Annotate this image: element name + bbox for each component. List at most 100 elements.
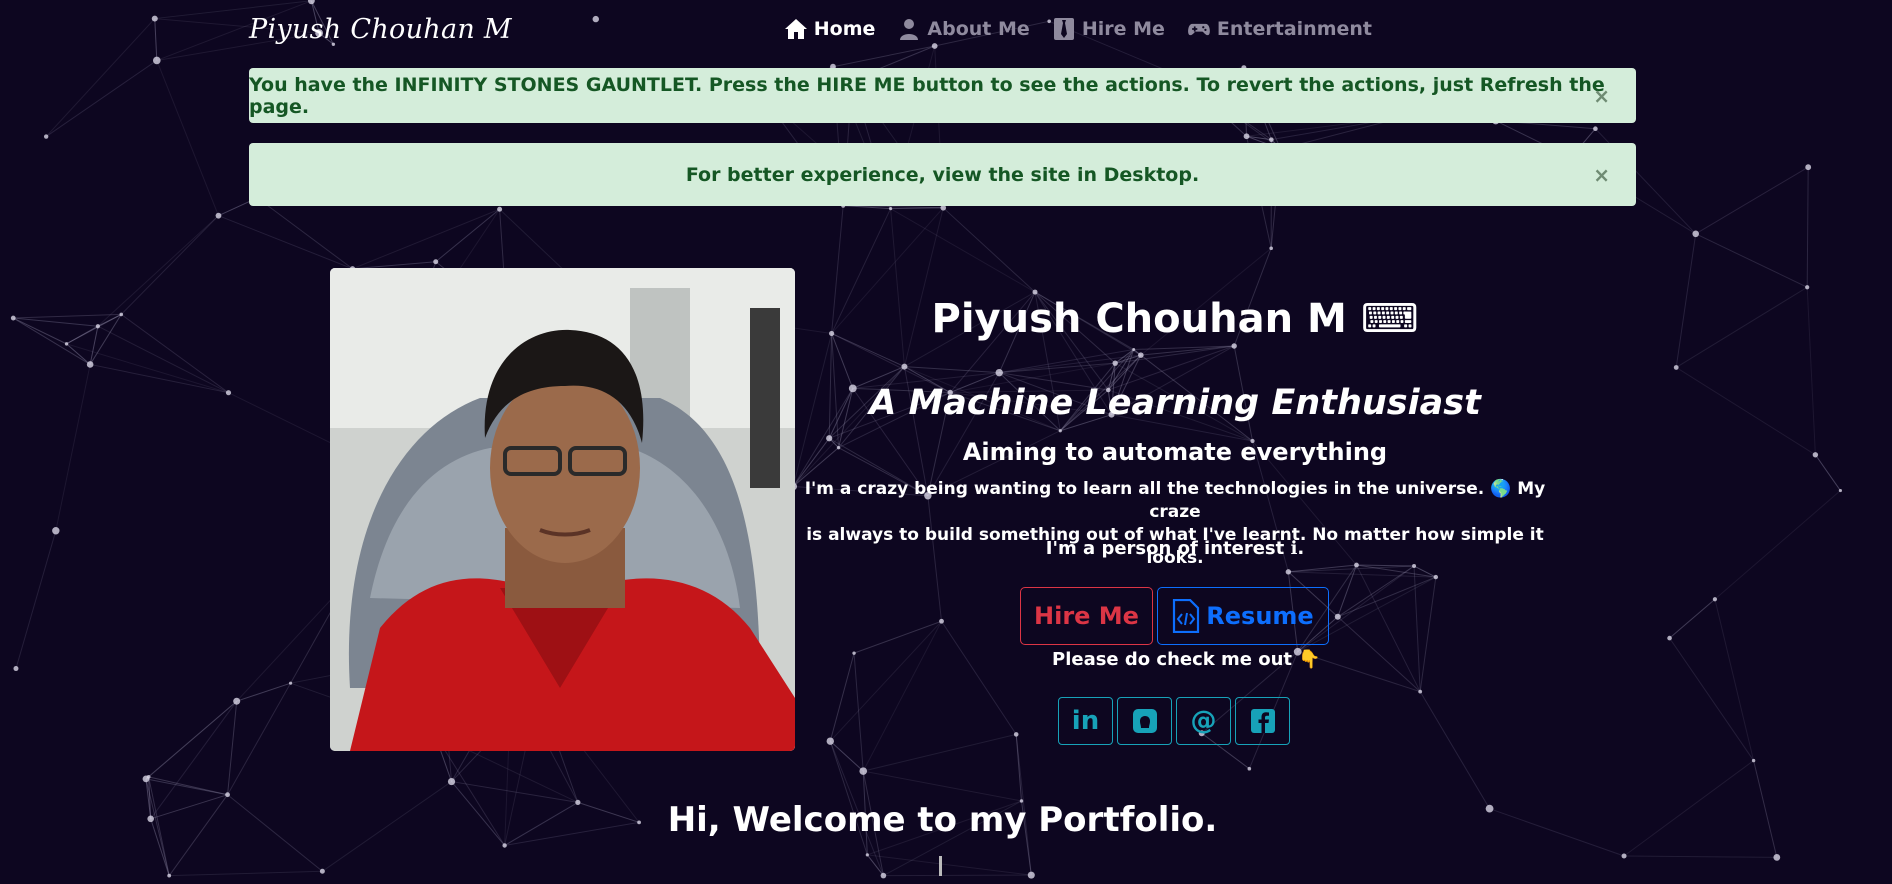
hire-me-button[interactable]: Hire Me xyxy=(1020,587,1153,645)
network-line xyxy=(169,870,323,877)
alert-desktop-hint: For better experience, view the site in … xyxy=(249,143,1636,206)
network-line xyxy=(1419,691,1491,809)
network-node xyxy=(1027,871,1035,879)
network-line xyxy=(12,317,91,365)
github-icon xyxy=(1132,709,1157,733)
network-node xyxy=(1138,352,1144,358)
network-node xyxy=(1418,689,1423,694)
network-node xyxy=(1269,246,1273,251)
network-line xyxy=(1695,166,1809,235)
close-icon[interactable]: × xyxy=(1593,163,1610,187)
network-node xyxy=(888,207,893,211)
network-line xyxy=(120,314,229,394)
network-node xyxy=(502,843,507,848)
network-node xyxy=(307,0,315,5)
network-line xyxy=(862,621,942,772)
network-node xyxy=(1751,758,1756,763)
network-node xyxy=(288,681,293,685)
network-line xyxy=(890,208,905,367)
hero-subtitle: Aiming to automate everything xyxy=(962,438,1388,466)
network-node xyxy=(1243,133,1250,140)
tie-icon xyxy=(1053,18,1074,40)
nav-entertainment[interactable]: Entertainment xyxy=(1187,18,1372,40)
facebook-link[interactable] xyxy=(1235,697,1290,745)
network-node xyxy=(1433,574,1439,580)
network-line xyxy=(45,60,158,137)
network-line xyxy=(904,366,1000,374)
network-line xyxy=(903,207,944,367)
network-node xyxy=(1712,597,1718,602)
nav-home[interactable]: Home xyxy=(784,18,875,40)
network-node xyxy=(1692,230,1700,238)
network-line xyxy=(999,362,1116,374)
network-node xyxy=(215,212,222,219)
network-line xyxy=(13,317,98,327)
nav-about-me[interactable]: About Me xyxy=(897,18,1030,40)
alert-text: For better experience, view the site in … xyxy=(685,163,1200,186)
network-line xyxy=(13,313,122,319)
social-links: in @ xyxy=(1058,697,1290,745)
network-line xyxy=(435,208,500,263)
hero-name: Piyush Chouhan M xyxy=(931,296,1347,342)
network-line xyxy=(863,733,1017,772)
linkedin-link[interactable]: in xyxy=(1058,697,1113,745)
hero-tagline: A Machine Learning Enthusiast xyxy=(869,383,1481,423)
network-line xyxy=(941,620,1017,735)
network-line xyxy=(1675,233,1697,368)
alert-infinity-gauntlet: You have the INFINITY STONES GAUNTLET. P… xyxy=(249,68,1636,123)
email-icon: @ xyxy=(1190,706,1217,736)
network-line xyxy=(90,363,229,394)
brand-logo[interactable]: Piyush Chouhan M xyxy=(249,14,512,45)
network-node xyxy=(1673,365,1679,370)
network-node xyxy=(859,767,868,775)
network-node xyxy=(52,527,60,535)
network-line xyxy=(999,354,1141,374)
network-node xyxy=(1013,732,1019,737)
network-node xyxy=(86,361,94,368)
close-icon[interactable]: × xyxy=(1593,84,1610,108)
resume-button[interactable]: Resume xyxy=(1157,587,1329,645)
network-node xyxy=(497,206,503,212)
github-link[interactable] xyxy=(1117,697,1172,745)
home-icon xyxy=(784,19,807,39)
resume-label: Resume xyxy=(1206,602,1314,630)
network-node xyxy=(43,134,49,139)
network-line xyxy=(867,854,1032,876)
network-line xyxy=(145,700,238,780)
linkedin-icon: in xyxy=(1071,706,1100,736)
network-node xyxy=(153,56,161,65)
network-line xyxy=(1675,286,1808,368)
email-link[interactable]: @ xyxy=(1176,697,1231,745)
network-node xyxy=(1621,853,1627,859)
network-line xyxy=(1337,564,1357,617)
network-line xyxy=(1714,599,1755,761)
network-node xyxy=(13,666,19,672)
nav-hire-me-label: Hire Me xyxy=(1081,18,1165,40)
network-line xyxy=(120,215,219,315)
description-line: I'm a crazy being wanting to learn all t… xyxy=(804,479,1546,522)
typing-cursor xyxy=(939,856,942,876)
network-node xyxy=(1231,343,1237,349)
network-line xyxy=(1695,233,1808,288)
network-line xyxy=(942,207,1036,293)
hero-title: Piyush Chouhan M ⌨ xyxy=(795,296,1555,342)
network-node xyxy=(1247,766,1252,771)
network-line xyxy=(45,18,156,137)
nav-hire-me[interactable]: Hire Me xyxy=(1052,18,1165,40)
network-node xyxy=(1593,126,1598,132)
network-line xyxy=(853,653,864,772)
network-line xyxy=(1669,598,1716,639)
gamepad-icon xyxy=(1188,23,1210,36)
profile-photo xyxy=(330,268,795,751)
network-node xyxy=(64,342,69,346)
network-node xyxy=(1838,488,1843,493)
network-node xyxy=(1334,613,1341,620)
network-line xyxy=(55,364,91,531)
network-line xyxy=(97,215,219,327)
network-node xyxy=(1032,289,1038,295)
network-line xyxy=(863,770,1022,802)
network-line xyxy=(145,778,228,796)
network-line xyxy=(257,197,353,270)
network-node xyxy=(95,324,100,329)
network-node xyxy=(167,873,172,878)
